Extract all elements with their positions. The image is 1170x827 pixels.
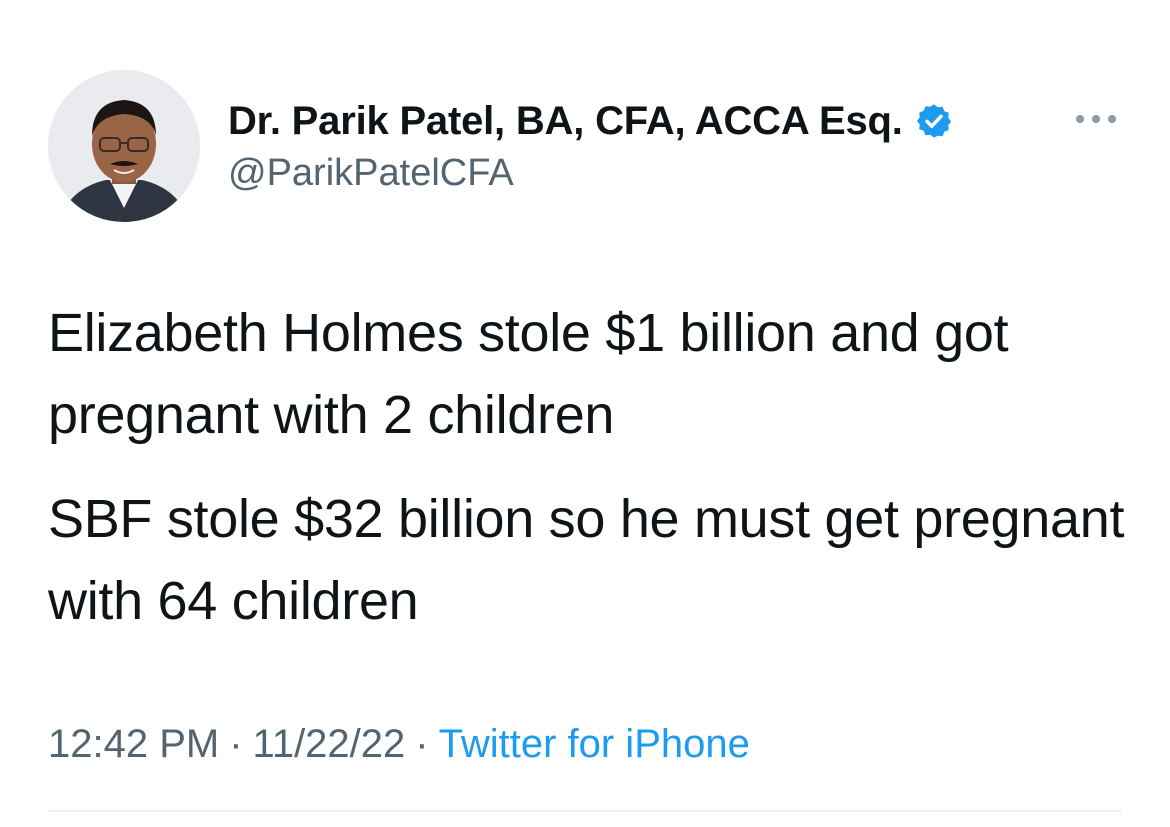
tweet-paragraph: Elizabeth Holmes stole $1 billion and go… [48, 303, 1009, 445]
avatar-image [48, 70, 200, 222]
more-options-icon [1076, 115, 1116, 123]
meta-separator: · [229, 722, 243, 766]
author-handle[interactable]: @ParikPatelCFA [228, 152, 1050, 195]
divider [48, 810, 1122, 812]
tweet-date[interactable]: 11/22/22 [253, 722, 406, 766]
tweet-text: Elizabeth Holmes stole $1 billion and go… [48, 292, 1128, 642]
meta-separator: · [415, 722, 429, 766]
tweet-source-link[interactable]: Twitter for iPhone [439, 722, 750, 766]
tweet-paragraph: SBF stole $32 billion so he must get pre… [48, 489, 1125, 631]
author-display-name[interactable]: Dr. Parik Patel, BA, CFA, ACCA Esq. [228, 99, 903, 144]
tweet-author: Dr. Parik Patel, BA, CFA, ACCA Esq. @Par… [228, 96, 1050, 195]
avatar[interactable] [48, 70, 200, 222]
author-name-row: Dr. Parik Patel, BA, CFA, ACCA Esq. [228, 96, 1050, 146]
tweet-metadata: 12:42 PM · 11/22/22 · Twitter for iPhone [48, 722, 750, 767]
tweet-time[interactable]: 12:42 PM [48, 722, 219, 766]
more-options-button[interactable] [1070, 104, 1122, 134]
verified-badge-icon [915, 102, 953, 140]
